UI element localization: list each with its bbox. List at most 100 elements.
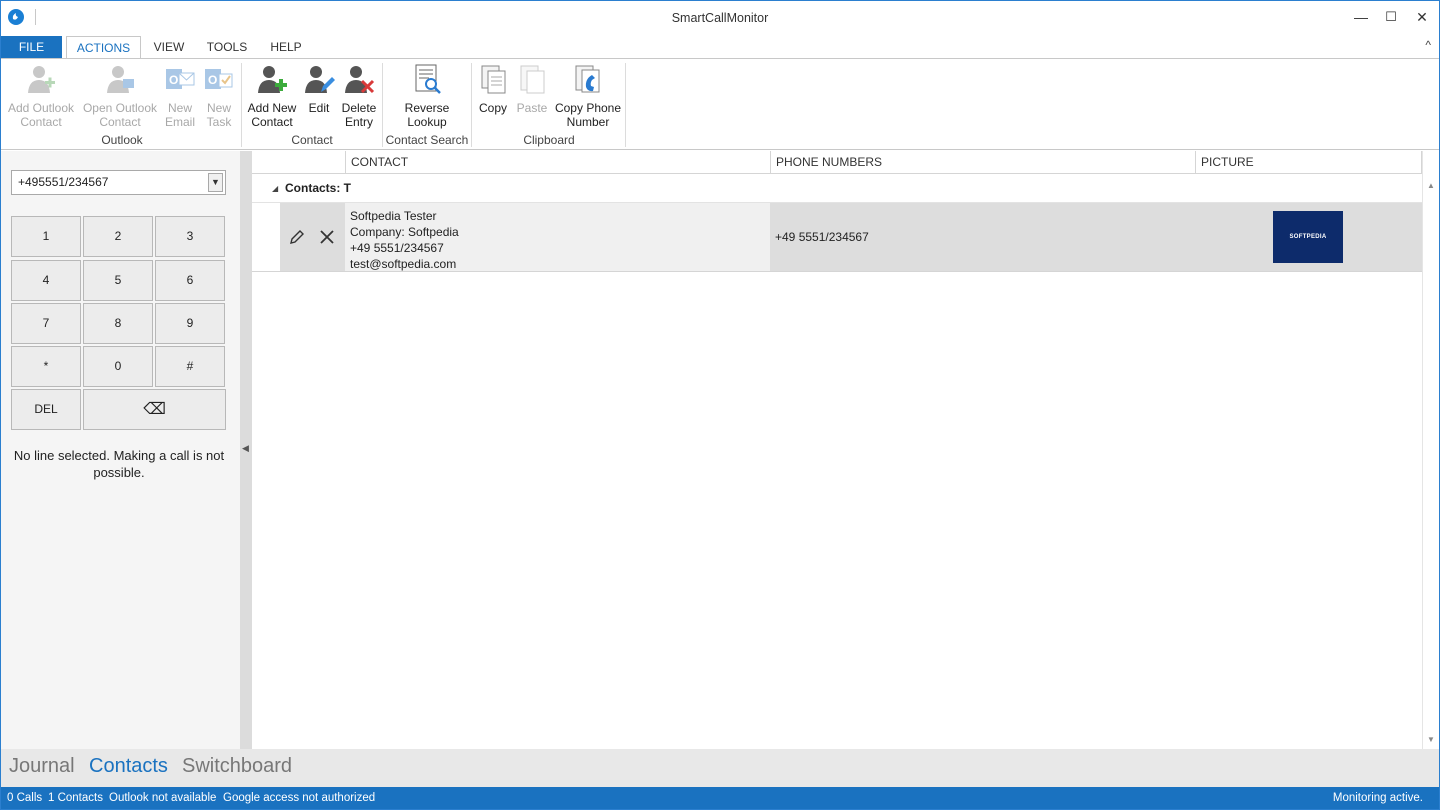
status-bar: 0 Calls 1 Contacts Outlook not available… <box>1 787 1439 809</box>
reverse-lookup-button[interactable]: Reverse Lookup <box>385 63 469 129</box>
ribbon: Add Outlook Contact Open Outlook Contact… <box>1 58 1439 150</box>
ribbon-tabs: FILE ACTIONS VIEW TOOLS HELP ^ <box>1 36 1439 60</box>
delete-entry-button[interactable]: Delete Entry <box>338 63 380 129</box>
paste-label: Paste <box>516 101 548 115</box>
phone-numbers-cell: +49 5551/234567 <box>770 203 1195 271</box>
reverse-lookup-icon <box>411 63 443 95</box>
edit-contact-button[interactable]: Edit <box>302 63 336 115</box>
contact-email: test@softpedia.com <box>350 257 457 271</box>
ribbon-group-contact-search-label: Contact Search <box>385 133 469 147</box>
status-calls: 0 Calls <box>7 792 43 804</box>
grid-header: CONTACT PHONE NUMBERS PICTURE <box>252 151 1422 174</box>
reverse-lookup-label: Reverse Lookup <box>404 101 450 129</box>
copy-phone-number-button[interactable]: Copy Phone Number <box>552 63 624 129</box>
dial-key-6[interactable]: 6 <box>155 260 225 301</box>
add-new-contact-button[interactable]: Add New Contact <box>244 63 300 129</box>
tab-actions[interactable]: ACTIONS <box>66 36 141 60</box>
svg-text:O: O <box>208 73 217 87</box>
status-google: Google access not authorized <box>223 792 376 804</box>
dial-key-1[interactable]: 1 <box>11 216 81 257</box>
ribbon-separator <box>471 63 472 147</box>
dial-key-5[interactable]: 5 <box>83 260 153 301</box>
delete-x-icon[interactable] <box>320 230 334 244</box>
group-row[interactable]: ◢ Contacts: T <box>252 174 1422 203</box>
picture-cell: SOFTPEDIA <box>1195 203 1422 271</box>
dial-key-8[interactable]: 8 <box>83 303 153 344</box>
add-outlook-contact-button[interactable]: Add Outlook Contact <box>5 63 77 129</box>
copy-phone-number-label: Copy Phone Number <box>554 101 622 129</box>
dial-key-7[interactable]: 7 <box>11 303 81 344</box>
status-monitoring: Monitoring active. <box>1332 792 1423 804</box>
contact-company: Company: Softpedia <box>350 225 459 239</box>
dial-del-button[interactable]: DEL <box>11 389 81 430</box>
contact-phone: +49 5551/234567 <box>350 241 444 255</box>
title-bar: SmartCallMonitor — ☐ ✕ <box>1 1 1439 35</box>
dial-key-4[interactable]: 4 <box>11 260 81 301</box>
paste-button[interactable]: Paste <box>513 63 551 115</box>
edit-label: Edit <box>308 101 330 115</box>
backspace-icon[interactable]: ⌫ <box>83 389 226 430</box>
nav-contacts[interactable]: Contacts <box>89 755 168 778</box>
dial-key-3[interactable]: 3 <box>155 216 225 257</box>
contact-name: Softpedia Tester <box>350 209 437 223</box>
scroll-up-icon[interactable]: ▲ <box>1427 181 1435 190</box>
status-outlook: Outlook not available <box>109 792 217 804</box>
column-header-contact[interactable]: CONTACT <box>345 151 770 174</box>
delete-contact-icon <box>343 63 375 95</box>
new-email-label: New Email <box>164 101 195 129</box>
ribbon-collapse-icon[interactable]: ^ <box>1425 38 1431 52</box>
maximize-button[interactable]: ☐ <box>1376 5 1406 29</box>
table-row[interactable]: Softpedia Tester Company: Softpedia +49 … <box>252 203 1422 272</box>
contacts-grid: CONTACT PHONE NUMBERS PICTURE ◢ Contacts… <box>252 151 1439 749</box>
dial-key-9[interactable]: 9 <box>155 303 225 344</box>
copy-icon <box>477 63 509 95</box>
status-contacts: 1 Contacts <box>48 792 103 804</box>
copy-button[interactable]: Copy <box>475 63 511 115</box>
ribbon-group-contact-label: Contact <box>291 133 333 147</box>
vertical-scrollbar[interactable]: ▲ ▼ <box>1422 151 1439 749</box>
column-header-picture[interactable]: PICTURE <box>1195 151 1422 174</box>
copy-label: Copy <box>478 101 507 115</box>
ribbon-separator <box>241 63 242 147</box>
phone-number-combobox[interactable]: +495551/234567 ▼ <box>11 170 226 195</box>
dial-key-0[interactable]: 0 <box>83 346 153 387</box>
line-status-message: No line selected. Making a call is not p… <box>13 448 225 480</box>
ribbon-separator <box>382 63 383 147</box>
ribbon-group-outlook-label: Outlook <box>101 133 143 147</box>
minimize-button[interactable]: — <box>1346 5 1376 29</box>
dial-key-2[interactable]: 2 <box>83 216 153 257</box>
open-outlook-contact-button[interactable]: Open Outlook Contact <box>81 63 159 129</box>
pane-splitter[interactable]: ◀ <box>240 151 252 749</box>
add-contact-icon <box>256 63 288 95</box>
tab-file[interactable]: FILE <box>1 36 62 59</box>
row-actions <box>280 203 345 271</box>
new-task-icon: O <box>203 63 235 95</box>
expand-triangle-icon[interactable]: ◢ <box>272 174 278 203</box>
app-window: SmartCallMonitor — ☐ ✕ FILE ACTIONS VIEW… <box>0 0 1440 810</box>
chevron-down-icon[interactable]: ▼ <box>208 173 223 192</box>
new-email-button[interactable]: O New Email <box>161 63 199 129</box>
copy-phone-number-icon <box>572 63 604 95</box>
add-new-contact-label: Add New Contact <box>247 101 297 129</box>
collapse-left-icon[interactable]: ◀ <box>242 443 249 454</box>
tab-help[interactable]: HELP <box>263 36 309 59</box>
close-button[interactable]: ✕ <box>1407 5 1437 29</box>
paste-icon <box>516 63 548 95</box>
nav-switchboard[interactable]: Switchboard <box>182 755 292 778</box>
contact-cell: Softpedia Tester Company: Softpedia +49 … <box>345 203 770 271</box>
phone-number-value: +495551/234567 <box>18 175 109 189</box>
tab-tools[interactable]: TOOLS <box>201 36 253 59</box>
dial-key-hash[interactable]: # <box>155 346 225 387</box>
edit-pencil-icon[interactable] <box>289 229 305 245</box>
open-outlook-contact-label: Open Outlook Contact <box>82 101 158 129</box>
dial-key-star[interactable]: * <box>11 346 81 387</box>
column-header-phone-numbers[interactable]: PHONE NUMBERS <box>770 151 1195 174</box>
new-task-button[interactable]: O New Task <box>200 63 238 129</box>
tab-view[interactable]: VIEW <box>147 36 191 59</box>
nav-journal[interactable]: Journal <box>9 755 75 778</box>
scroll-down-icon[interactable]: ▼ <box>1427 735 1435 744</box>
ribbon-separator <box>625 63 626 147</box>
open-outlook-contact-icon <box>104 63 136 95</box>
add-outlook-contact-label: Add Outlook Contact <box>7 101 75 129</box>
contact-picture: SOFTPEDIA <box>1273 211 1343 263</box>
